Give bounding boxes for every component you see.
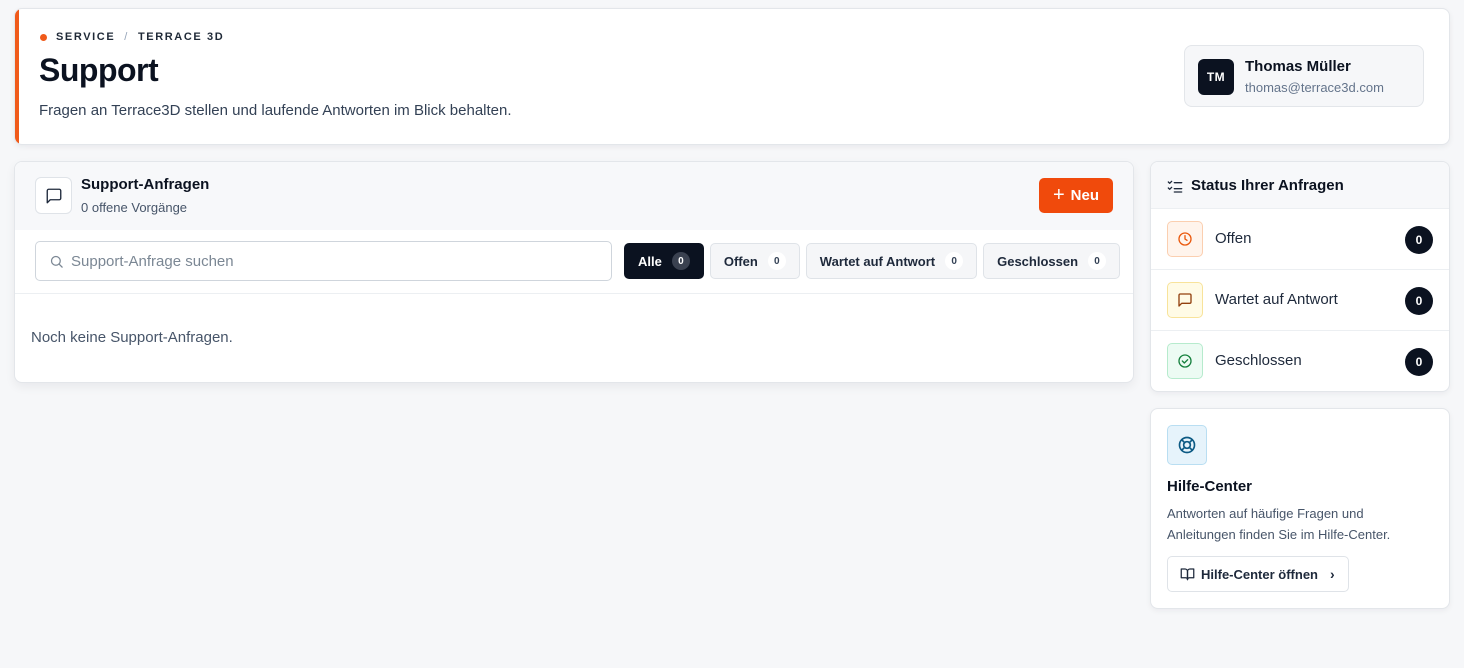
message-square-icon (35, 177, 72, 214)
page-subtitle: Fragen an Terrace3D stellen und laufende… (39, 102, 512, 119)
status-count-badge: 0 (1405, 287, 1433, 315)
chevron-right-icon: › (1330, 566, 1335, 582)
status-title: Status Ihrer Anfragen (1191, 177, 1344, 194)
user-card[interactable]: TM Thomas Müller thomas@terrace3d.com (1184, 45, 1424, 107)
status-row-closed[interactable]: Geschlossen 0 (1151, 331, 1449, 391)
filter-label: Offen (723, 253, 758, 269)
search-field[interactable] (35, 241, 612, 281)
help-center-panel: Hilfe-Center Antworten auf häufige Frage… (1150, 408, 1450, 609)
breadcrumb: SERVICE / TERRACE 3D (40, 31, 224, 43)
filter-count: 0 (671, 252, 690, 270)
filter-label: Geschlossen (997, 253, 1079, 269)
plus-icon: + (1052, 183, 1065, 206)
status-label: Offen (1215, 230, 1252, 247)
help-button-label: Hilfe-Center öffnen (1201, 566, 1318, 582)
status-panel: Status Ihrer Anfragen Offen 0 Wartet auf… (1150, 161, 1450, 392)
status-label: Geschlossen (1215, 352, 1302, 369)
filter-closed[interactable]: Geschlossen 0 (983, 243, 1121, 279)
page-header: SERVICE / TERRACE 3D Support Fragen an T… (14, 8, 1450, 145)
filter-waiting[interactable]: Wartet auf Antwort 0 (805, 243, 978, 279)
filter-count: 0 (767, 252, 786, 270)
empty-state-message: Noch keine Support-Anfragen. (31, 329, 233, 346)
filter-count: 0 (1088, 252, 1107, 270)
user-email: thomas@terrace3d.com (1245, 80, 1384, 95)
support-requests-panel: Support-Anfragen 0 offene Vorgänge + Neu… (14, 161, 1134, 383)
filter-label: Wartet auf Antwort (819, 253, 936, 269)
help-title: Hilfe-Center (1167, 478, 1253, 495)
breadcrumb-separator: / (124, 31, 129, 43)
new-button-label: Neu (1070, 187, 1100, 204)
status-label: Wartet auf Antwort (1215, 291, 1338, 308)
status-count-badge: 0 (1405, 226, 1433, 254)
status-row-waiting[interactable]: Wartet auf Antwort 0 (1151, 270, 1449, 331)
filter-label: Alle (638, 253, 662, 269)
check-circle-icon (1167, 343, 1203, 379)
requests-header: Support-Anfragen 0 offene Vorgänge + Neu (15, 162, 1133, 230)
open-help-center-button[interactable]: Hilfe-Center öffnen › (1167, 556, 1349, 592)
header-accent-bar (15, 9, 19, 144)
status-header: Status Ihrer Anfragen (1151, 162, 1449, 209)
requests-title: Support-Anfragen (81, 176, 210, 193)
clock-icon (1167, 221, 1203, 257)
list-checks-icon (1167, 180, 1183, 193)
filter-count: 0 (945, 252, 964, 270)
user-name: Thomas Müller (1245, 58, 1351, 75)
status-count-badge: 0 (1405, 348, 1433, 376)
new-request-button[interactable]: + Neu (1039, 178, 1113, 213)
book-open-icon (1180, 568, 1195, 581)
status-filter-tabs: Alle 0 Offen 0 Wartet auf Antwort 0 Gesc… (624, 243, 1121, 279)
divider (15, 293, 1133, 294)
breadcrumb-section[interactable]: SERVICE (56, 31, 115, 43)
breadcrumb-product: TERRACE 3D (137, 31, 225, 43)
message-icon (1167, 282, 1203, 318)
avatar: TM (1198, 59, 1234, 95)
life-buoy-icon (1167, 425, 1207, 465)
filter-open[interactable]: Offen 0 (709, 243, 800, 279)
search-icon (50, 255, 63, 268)
help-description: Antworten auf häufige Fragen und Anleitu… (1167, 506, 1391, 542)
status-row-open[interactable]: Offen 0 (1151, 209, 1449, 270)
status-dot-icon (40, 33, 47, 41)
filter-all[interactable]: Alle 0 (624, 243, 704, 279)
open-count: 0 offene Vorgänge (81, 200, 188, 215)
search-input[interactable] (71, 242, 601, 280)
page-title: Support (39, 52, 159, 88)
